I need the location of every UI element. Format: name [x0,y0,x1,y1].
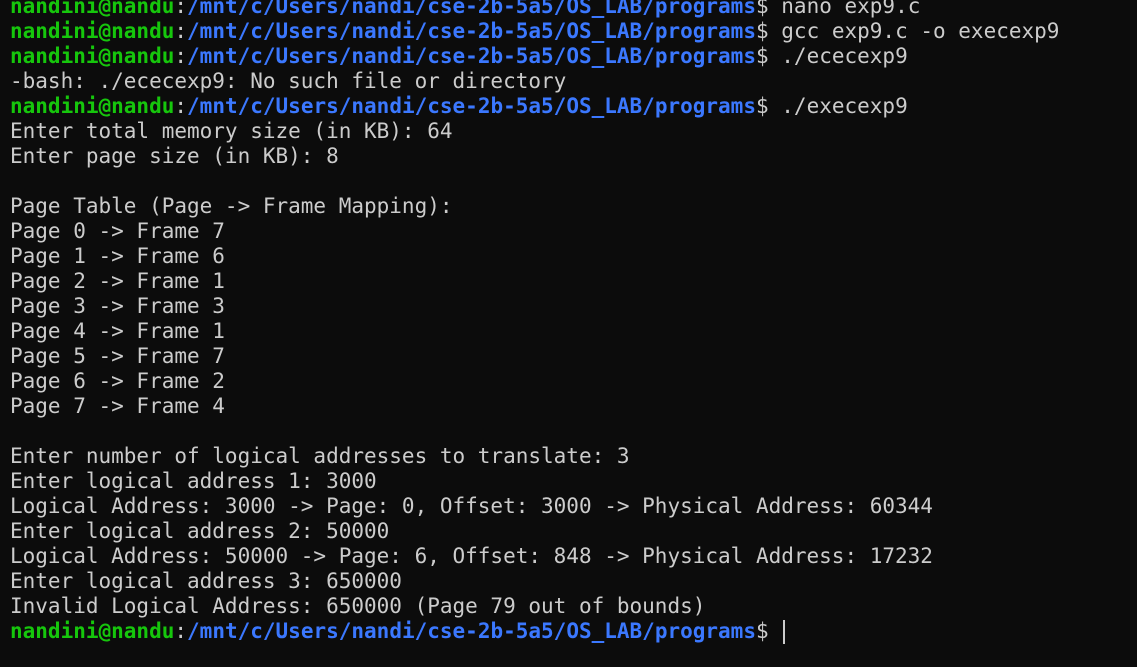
output-line: Enter logical address 1: 3000 [10,469,1137,494]
prompt-line: nandini@nandu:/mnt/c/Users/nandi/cse-2b-… [10,619,1137,644]
prompt-path: /mnt/c/Users/nandi/cse-2b-5a5/OS_LAB/pro… [187,619,756,643]
output-text: Page 3 -> Frame 3 [10,294,225,318]
prompt-dollar: $ [755,94,782,118]
output-line: Logical Address: 3000 -> Page: 0, Offset… [10,494,1137,519]
output-line: Page 0 -> Frame 7 [10,219,1137,244]
prompt-user-host: nandini@nandu [10,19,175,43]
output-text: Enter logical address 2: 50000 [10,519,390,543]
prompt-dollar: $ [755,44,782,68]
output-line: Page 3 -> Frame 3 [10,294,1137,319]
prompt-colon: : [174,44,188,68]
prompt-path: /mnt/c/Users/nandi/cse-2b-5a5/OS_LAB/pro… [187,44,756,68]
command-text: gcc exp9.c -o execexp9 [781,19,1060,43]
command-text: ./ececexp9 [781,44,908,68]
prompt-line: nandini@nandu:/mnt/c/Users/nandi/cse-2b-… [10,19,1137,44]
prompt-line: nandini@nandu:/mnt/c/Users/nandi/cse-2b-… [10,0,1137,19]
prompt-path: /mnt/c/Users/nandi/cse-2b-5a5/OS_LAB/pro… [187,94,756,118]
output-text: Invalid Logical Address: 650000 (Page 79… [10,594,706,618]
output-line: Page 6 -> Frame 2 [10,369,1137,394]
prompt-dollar: $ [755,19,782,43]
output-text: Enter logical address 1: 3000 [10,469,377,493]
output-text: Enter logical address 3: 650000 [10,569,402,593]
output-text: Page 2 -> Frame 1 [10,269,225,293]
terminal-window[interactable]: nandini@nandu:/mnt/c/Users/nandi/cse-2b-… [0,0,1137,667]
output-line: Page 1 -> Frame 6 [10,244,1137,269]
command-text: ./execexp9 [781,94,908,118]
output-text: Page 0 -> Frame 7 [10,219,225,243]
output-line: Enter page size (in KB): 8 [10,144,1137,169]
output-line: Enter logical address 2: 50000 [10,519,1137,544]
output-text: Page 4 -> Frame 1 [10,319,225,343]
output-text: Page 5 -> Frame 7 [10,344,225,368]
prompt-user-host: nandini@nandu [10,0,175,18]
prompt-dollar: $ [755,0,782,18]
output-text: Page 1 -> Frame 6 [10,244,225,268]
output-line: Enter number of logical addresses to tra… [10,444,1137,469]
output-line: Page Table (Page -> Frame Mapping): [10,194,1137,219]
text-cursor[interactable] [783,620,786,644]
output-line: Page 4 -> Frame 1 [10,319,1137,344]
output-line: Enter total memory size (in KB): 64 [10,119,1137,144]
prompt-colon: : [174,0,188,18]
output-text: Enter total memory size (in KB): 64 [10,119,453,143]
prompt-colon: : [174,619,188,643]
prompt-line: nandini@nandu:/mnt/c/Users/nandi/cse-2b-… [10,44,1137,69]
prompt-user-host: nandini@nandu [10,94,175,118]
output-line: Page 2 -> Frame 1 [10,269,1137,294]
output-text: Page Table (Page -> Frame Mapping): [10,194,453,218]
prompt-path: /mnt/c/Users/nandi/cse-2b-5a5/OS_LAB/pro… [187,19,756,43]
output-line: Logical Address: 50000 -> Page: 6, Offse… [10,544,1137,569]
prompt-dollar: $ [755,619,782,643]
prompt-user-host: nandini@nandu [10,619,175,643]
command-text: nano exp9.c [781,0,921,18]
output-text: -bash: ./ececexp9: No such file or direc… [10,69,567,93]
output-text: Logical Address: 3000 -> Page: 0, Offset… [10,494,933,518]
prompt-colon: : [174,19,188,43]
output-line: Page 5 -> Frame 7 [10,344,1137,369]
output-line: Invalid Logical Address: 650000 (Page 79… [10,594,1137,619]
prompt-colon: : [174,94,188,118]
output-text: Page 6 -> Frame 2 [10,369,225,393]
output-text: Logical Address: 50000 -> Page: 6, Offse… [10,544,933,568]
prompt-path: /mnt/c/Users/nandi/cse-2b-5a5/OS_LAB/pro… [187,0,756,18]
prompt-user-host: nandini@nandu [10,44,175,68]
output-text: Enter page size (in KB): 8 [10,144,339,168]
output-line: -bash: ./ececexp9: No such file or direc… [10,69,1137,94]
output-text: Page 7 -> Frame 4 [10,394,225,418]
output-line: Page 7 -> Frame 4 [10,394,1137,419]
output-line: Enter logical address 3: 650000 [10,569,1137,594]
output-text: Enter number of logical addresses to tra… [10,444,630,468]
prompt-line: nandini@nandu:/mnt/c/Users/nandi/cse-2b-… [10,94,1137,119]
